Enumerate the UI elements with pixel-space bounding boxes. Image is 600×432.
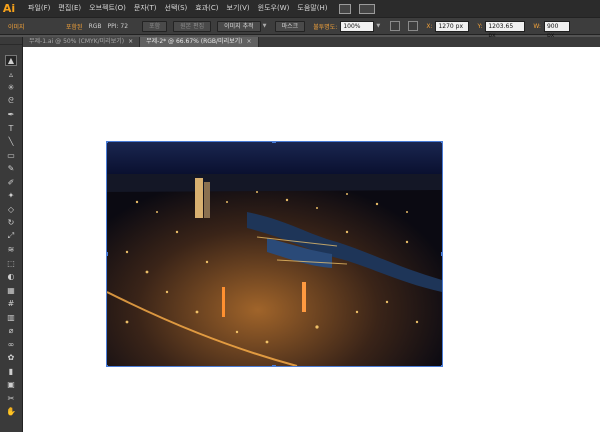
resize-handle[interactable] <box>107 142 108 143</box>
artboard-tool-icon[interactable]: ▣ <box>5 379 17 390</box>
x-field[interactable]: 1270 px <box>435 20 470 32</box>
symbol-sprayer-tool-icon[interactable]: ✿ <box>5 352 17 363</box>
menu-object[interactable]: 오브젝트(O) <box>85 0 130 17</box>
scale-tool-icon[interactable]: ⤢ <box>5 231 17 242</box>
perspective-grid-tool-icon[interactable]: ▦ <box>5 285 17 296</box>
placed-night-city-image[interactable] <box>106 141 443 367</box>
menu-window[interactable]: 윈도우(W) <box>254 0 294 17</box>
resize-handle[interactable] <box>272 365 276 366</box>
tab-label: 무제-2* @ 66.67% (RGB/미리보기) <box>146 38 243 45</box>
ppi-label: PPI: 72 <box>107 22 129 30</box>
menu-select[interactable]: 선택(S) <box>161 0 192 17</box>
lasso-tool-icon[interactable]: ᘓ <box>5 96 17 107</box>
city-photo <box>107 142 442 366</box>
selection-tool-icon[interactable]: ▲ <box>5 55 17 66</box>
opacity-field[interactable]: 100% <box>340 20 375 32</box>
resize-handle[interactable] <box>107 252 108 256</box>
menu-type[interactable]: 문자(T) <box>130 0 161 17</box>
embed-button[interactable]: 포함 <box>142 20 168 32</box>
transform-reference-icon[interactable] <box>408 21 419 31</box>
chevron-down-icon[interactable]: ▼ <box>263 23 269 29</box>
arrange-documents-icon[interactable] <box>359 3 376 14</box>
menu-view[interactable]: 보기(V) <box>223 0 254 17</box>
pencil-tool-icon[interactable]: ✐ <box>5 177 17 188</box>
control-panel: 이미지 포함된 RGB PPI: 72 포함 원본 편집 이미지 추적 ▼ 마스… <box>0 17 600 39</box>
bridge-icon[interactable] <box>339 3 352 14</box>
eraser-tool-icon[interactable]: ◇ <box>5 204 17 215</box>
close-icon[interactable]: × <box>128 38 133 45</box>
rotate-tool-icon[interactable]: ↻ <box>5 217 17 228</box>
tab-label: 무제-1.ai @ 50% (CMYK/미리보기) <box>29 38 125 45</box>
magic-wand-tool-icon[interactable]: ✳ <box>5 82 17 93</box>
gradient-tool-icon[interactable]: ▥ <box>5 312 17 323</box>
resize-handle[interactable] <box>272 142 276 143</box>
rectangle-tool-icon[interactable]: ▭ <box>5 150 17 161</box>
illustrator-window: Ai 파일(F) 편집(E) 오브젝트(O) 문자(T) 선택(S) 효과(C)… <box>0 0 600 432</box>
mask-button[interactable]: 마스크 <box>274 20 306 32</box>
edit-original-button[interactable]: 원본 편집 <box>173 20 212 32</box>
hand-tool-icon[interactable]: ✋ <box>5 406 17 417</box>
resize-handle[interactable] <box>107 365 108 366</box>
chevron-down-icon[interactable]: ▼ <box>376 23 382 29</box>
w-field[interactable]: 900 px <box>543 20 570 39</box>
shape-builder-tool-icon[interactable]: ◐ <box>5 271 17 282</box>
recolor-artwork-icon[interactable] <box>390 21 401 31</box>
mesh-tool-icon[interactable]: # <box>5 298 17 309</box>
menu-edit[interactable]: 편집(E) <box>54 0 85 17</box>
type-tool-icon[interactable]: T <box>5 123 17 134</box>
image-trace-button[interactable]: 이미지 추적 <box>217 20 261 32</box>
free-transform-tool-icon[interactable]: ⬚ <box>5 258 17 269</box>
line-segment-tool-icon[interactable]: ╲ <box>5 136 17 147</box>
selection-type-label: 이미지 <box>8 23 25 31</box>
resize-handle[interactable] <box>441 365 442 366</box>
menu-file[interactable]: 파일(F) <box>24 0 54 17</box>
w-label: W: <box>533 22 541 30</box>
resize-handle[interactable] <box>441 252 442 256</box>
y-label: Y: <box>477 22 483 30</box>
opacity-label[interactable]: 불투명도: <box>313 22 337 31</box>
direct-selection-tool-icon[interactable]: ▵ <box>5 69 17 80</box>
linked-file-link[interactable]: 포함된 <box>66 22 83 31</box>
menu-help[interactable]: 도움말(H) <box>293 0 331 17</box>
tools-panel: ▲ ▵ ✳ ᘓ ✒ T ╲ ▭ ✎ ✐ ✦ ◇ ↻ ⤢ ≋ ⬚ ◐ ▦ # ▥ ⌀ ∞ ✿ ▮ ▣ ✂ ✋ <box>0 37 23 432</box>
menu-bar: Ai 파일(F) 편집(E) 오브젝트(O) 문자(T) 선택(S) 효과(C)… <box>0 0 600 17</box>
tab-document-2[interactable]: 무제-2* @ 66.67% (RGB/미리보기) × <box>140 37 259 47</box>
resize-handle[interactable] <box>441 142 442 143</box>
close-icon[interactable]: × <box>246 38 251 45</box>
width-tool-icon[interactable]: ≋ <box>5 244 17 255</box>
menu-effect[interactable]: 효과(C) <box>191 0 222 17</box>
x-label: X: <box>426 22 433 30</box>
tab-document-1[interactable]: 무제-1.ai @ 50% (CMYK/미리보기) × <box>23 37 141 47</box>
panel-grip[interactable] <box>0 37 22 45</box>
blend-tool-icon[interactable]: ∞ <box>5 339 17 350</box>
y-field[interactable]: 1203.65 px <box>485 20 526 39</box>
paintbrush-tool-icon[interactable]: ✎ <box>5 163 17 174</box>
document-tabs: 무제-1.ai @ 50% (CMYK/미리보기) × 무제-2* @ 66.67… <box>23 37 600 47</box>
pen-tool-icon[interactable]: ✒ <box>5 109 17 120</box>
slice-tool-icon[interactable]: ✂ <box>5 393 17 404</box>
eyedropper-tool-icon[interactable]: ⌀ <box>5 325 17 336</box>
blob-brush-tool-icon[interactable]: ✦ <box>5 190 17 201</box>
color-mode-label: RGB <box>88 22 102 30</box>
column-graph-tool-icon[interactable]: ▮ <box>5 366 17 377</box>
app-logo: Ai <box>2 2 16 15</box>
